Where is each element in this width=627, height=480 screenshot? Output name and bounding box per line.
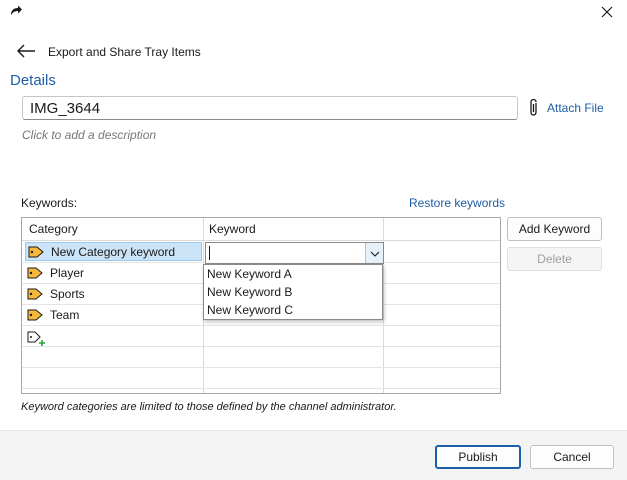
cancel-button[interactable]: Cancel <box>530 445 614 469</box>
back-arrow-icon <box>14 44 38 63</box>
dropdown-option[interactable]: New Keyword C <box>204 301 382 319</box>
category-cell: Team <box>50 307 80 322</box>
keyword-dropdown: New Keyword A New Keyword B New Keyword … <box>203 264 383 320</box>
details-heading: Details <box>10 72 56 89</box>
category-cell: Sports <box>50 286 85 301</box>
table-row[interactable]: Sports <box>25 284 202 303</box>
category-cell: Player <box>50 265 85 280</box>
footnote: Keyword categories are limited to those … <box>21 401 397 413</box>
tag-icon <box>27 309 43 321</box>
column-header-category[interactable]: Category <box>29 222 78 236</box>
name-input[interactable] <box>22 96 518 120</box>
add-category-icon[interactable] <box>27 331 49 347</box>
page-title: Export and Share Tray Items <box>48 45 201 59</box>
tag-icon <box>28 246 44 258</box>
table-row[interactable]: Player <box>25 263 202 282</box>
back-button[interactable] <box>14 42 38 60</box>
close-button[interactable] <box>593 2 621 24</box>
keyword-combobox[interactable] <box>205 242 384 264</box>
keywords-label: Keywords: <box>21 196 78 210</box>
tag-icon <box>27 288 43 300</box>
description-field[interactable]: Click to add a description <box>22 128 156 142</box>
chevron-down-icon <box>370 246 380 260</box>
dropdown-button[interactable] <box>365 243 383 263</box>
row-divider <box>22 388 500 389</box>
keyword-input[interactable] <box>206 243 364 263</box>
tag-icon <box>27 267 43 279</box>
dropdown-option[interactable]: New Keyword B <box>204 283 382 301</box>
restore-keywords-link[interactable]: Restore keywords <box>409 196 505 210</box>
category-cell: New Category keyword <box>51 244 176 259</box>
add-keyword-button[interactable]: Add Keyword <box>507 217 602 241</box>
table-row[interactable]: New Category keyword <box>25 242 202 261</box>
text-caret <box>209 246 210 260</box>
row-divider <box>22 346 500 347</box>
publish-button[interactable]: Publish <box>435 445 521 469</box>
grid-header: Category Keyword <box>22 218 500 241</box>
title-bar <box>0 0 627 28</box>
dialog-footer: Publish Cancel <box>0 430 627 480</box>
row-divider <box>22 367 500 368</box>
dropdown-option[interactable]: New Keyword A <box>204 265 382 283</box>
table-row[interactable]: Team <box>25 305 202 324</box>
close-icon <box>601 6 613 21</box>
paperclip-icon[interactable] <box>527 98 541 118</box>
row-divider <box>22 325 500 326</box>
delete-button[interactable]: Delete <box>507 247 602 271</box>
app-share-icon <box>8 3 24 19</box>
attach-file-link[interactable]: Attach File <box>547 101 604 115</box>
column-header-keyword[interactable]: Keyword <box>209 222 256 236</box>
